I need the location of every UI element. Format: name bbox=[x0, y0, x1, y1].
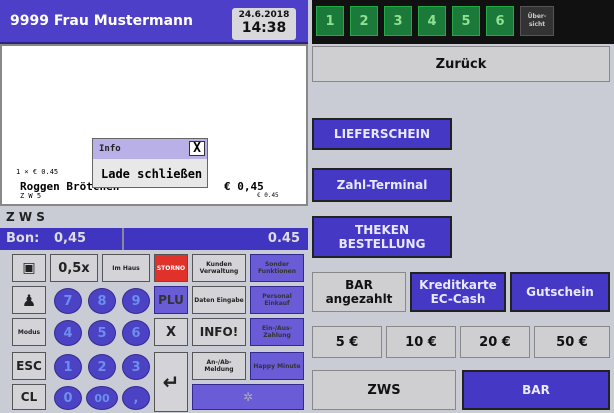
gutschein-button[interactable]: Gutschein bbox=[510, 272, 610, 312]
dialog-message: Lade schließen bbox=[101, 167, 203, 181]
info-button[interactable]: INFO! bbox=[192, 318, 246, 346]
tab-1[interactable]: 1 bbox=[316, 6, 344, 36]
tab-overview[interactable]: Über- sicht bbox=[520, 6, 554, 36]
digit-4[interactable]: 4 bbox=[54, 320, 82, 346]
euro-5-button[interactable]: 5 € bbox=[312, 326, 382, 358]
receipt-subline-value: € 0.45 bbox=[257, 192, 279, 199]
receipt-panel: 1 × € 0.45 Roggen Brötchen € 0,45 Z W 5 … bbox=[0, 44, 308, 206]
bar-button[interactable]: BAR bbox=[462, 370, 610, 410]
header-bar: 9999 Frau Mustermann 24.6.2018 14:38 bbox=[0, 0, 308, 44]
digit-6[interactable]: 6 bbox=[122, 320, 150, 346]
bon-bar: Bon: 0,45 0.45 bbox=[0, 228, 308, 250]
kunden-button[interactable]: Kunden Verwaltung bbox=[192, 254, 246, 282]
euro-50-button[interactable]: 50 € bbox=[534, 326, 610, 358]
digit-9[interactable]: 9 bbox=[122, 288, 150, 314]
tab-5[interactable]: 5 bbox=[452, 6, 480, 36]
zws-button[interactable]: ZWS bbox=[312, 370, 456, 410]
zahl-terminal-button[interactable]: Zahl-Terminal bbox=[312, 168, 452, 202]
tab-2[interactable]: 2 bbox=[350, 6, 378, 36]
tab-bar: 1 2 3 4 5 6 Über- sicht bbox=[312, 0, 614, 44]
daten-button[interactable]: Daten Eingabe bbox=[192, 286, 246, 314]
ein-aus-button[interactable]: Ein-/Aus- Zahlung bbox=[250, 318, 304, 346]
datetime: 24.6.2018 14:38 bbox=[232, 8, 296, 40]
an-ab-button[interactable]: An-/Ab- Meldung bbox=[192, 352, 246, 380]
personal-button[interactable]: Personal Einkauf bbox=[250, 286, 304, 314]
digit-00[interactable]: 00 bbox=[86, 386, 118, 410]
plu-button[interactable]: PLU bbox=[154, 286, 188, 314]
bon-value: 0,45 bbox=[54, 231, 87, 246]
tab-3[interactable]: 3 bbox=[384, 6, 412, 36]
esc-button[interactable]: ESC bbox=[12, 352, 46, 380]
dialog-titlebar: Info X bbox=[93, 139, 207, 159]
info-dialog: Info X Lade schließen bbox=[92, 138, 208, 188]
receipt-subline: Z W 5 bbox=[20, 192, 42, 200]
dialog-title: Info bbox=[99, 144, 121, 154]
bon-total: 0.45 bbox=[267, 231, 300, 246]
person-icon[interactable]: ♟ bbox=[12, 286, 46, 314]
kreditkarte-button[interactable]: Kreditkarte EC-Cash bbox=[410, 272, 506, 312]
digit-1[interactable]: 1 bbox=[54, 354, 82, 380]
digit-5[interactable]: 5 bbox=[88, 320, 116, 346]
euro-10-button[interactable]: 10 € bbox=[386, 326, 456, 358]
bar-angezahlt-button[interactable]: BAR angezahlt bbox=[312, 272, 406, 312]
bon-divider bbox=[122, 228, 124, 250]
bon-label: Bon: bbox=[6, 231, 40, 246]
time: 14:38 bbox=[241, 20, 287, 36]
half-button[interactable]: 0,5x bbox=[50, 254, 98, 282]
tab-4[interactable]: 4 bbox=[418, 6, 446, 36]
bottom-icon-button[interactable]: ✲ bbox=[192, 384, 304, 410]
digit-7[interactable]: 7 bbox=[54, 288, 82, 314]
digit-2[interactable]: 2 bbox=[88, 354, 116, 380]
digit-3[interactable]: 3 bbox=[122, 354, 150, 380]
digit-8[interactable]: 8 bbox=[88, 288, 116, 314]
im-haus-button[interactable]: Im Haus bbox=[102, 254, 150, 282]
lieferschein-button[interactable]: LIEFERSCHEIN bbox=[312, 118, 452, 150]
digit-0[interactable]: 0 bbox=[54, 386, 82, 410]
modus-button[interactable]: Modus bbox=[12, 318, 46, 346]
storno-button[interactable]: STORNO bbox=[154, 254, 188, 282]
sonder-button[interactable]: Sonder Funktionen bbox=[250, 254, 304, 282]
user-name: 9999 Frau Mustermann bbox=[10, 13, 193, 29]
back-button[interactable]: Zurück bbox=[312, 46, 610, 82]
happy-button[interactable]: Happy Minute bbox=[250, 352, 304, 380]
close-button[interactable]: X bbox=[189, 141, 205, 156]
date: 24.6.2018 bbox=[238, 10, 290, 20]
multiply-button[interactable]: X bbox=[154, 318, 188, 346]
cl-button[interactable]: CL bbox=[12, 384, 46, 410]
enter-button[interactable]: ↵ bbox=[154, 352, 188, 412]
euro-20-button[interactable]: 20 € bbox=[460, 326, 530, 358]
theken-button[interactable]: THEKEN BESTELLUNG bbox=[312, 216, 452, 258]
calculator-icon[interactable]: ▣ bbox=[12, 254, 46, 282]
comma-button[interactable]: , bbox=[122, 386, 150, 410]
receipt-qty-line: 1 × € 0.45 bbox=[16, 168, 59, 176]
zws-label: Z W S bbox=[0, 208, 308, 228]
tab-6[interactable]: 6 bbox=[486, 6, 514, 36]
